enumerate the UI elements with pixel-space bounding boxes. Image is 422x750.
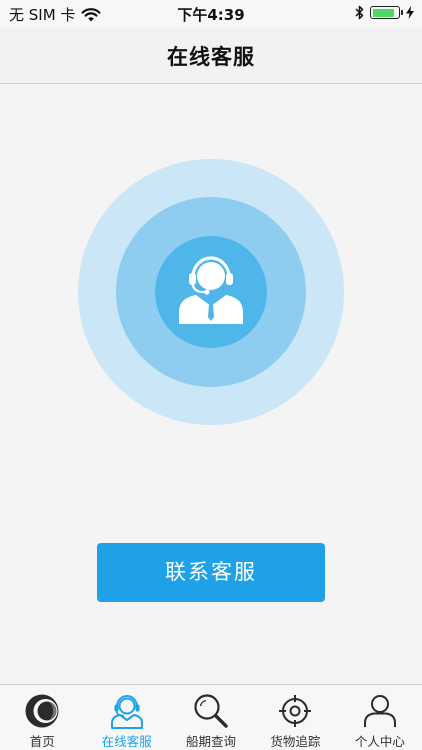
battery-fill — [372, 8, 394, 17]
tab-schedule-search[interactable]: 船期查询 — [169, 685, 253, 750]
status-bar: 无 SIM 卡 下午4:39 — [0, 0, 422, 28]
crosshair-icon — [279, 695, 312, 727]
tab-online-service-label: 在线客服 — [101, 734, 152, 749]
nav-bar: 在线客服 — [0, 28, 422, 84]
user-icon — [363, 695, 396, 727]
status-right — [355, 5, 414, 20]
charging-bolt-icon — [406, 6, 414, 19]
headset-agent-icon — [110, 695, 143, 729]
contact-service-button[interactable]: 联系客服 — [97, 543, 325, 602]
bluetooth-icon — [355, 5, 364, 20]
page-title: 在线客服 — [167, 45, 255, 69]
search-icon — [194, 694, 228, 728]
main-content: 联系客服 — [0, 84, 422, 684]
tab-profile-label: 个人中心 — [354, 734, 405, 749]
tab-bar: 首页 在线客服 船期查询 货物追踪 个人中心 — [0, 684, 422, 750]
battery-icon — [370, 6, 403, 19]
tab-profile[interactable]: 个人中心 — [338, 685, 422, 750]
tab-online-service[interactable]: 在线客服 — [84, 685, 168, 750]
tab-cargo-tracking-label: 货物追踪 — [270, 734, 321, 749]
tab-home-label: 首页 — [29, 734, 55, 749]
battery-tip — [401, 10, 403, 15]
customer-service-agent-icon — [179, 256, 243, 324]
tab-schedule-search-label: 船期查询 — [186, 734, 237, 749]
tab-cargo-tracking[interactable]: 货物追踪 — [253, 685, 337, 750]
home-icon — [25, 694, 59, 728]
tab-home[interactable]: 首页 — [0, 685, 84, 750]
